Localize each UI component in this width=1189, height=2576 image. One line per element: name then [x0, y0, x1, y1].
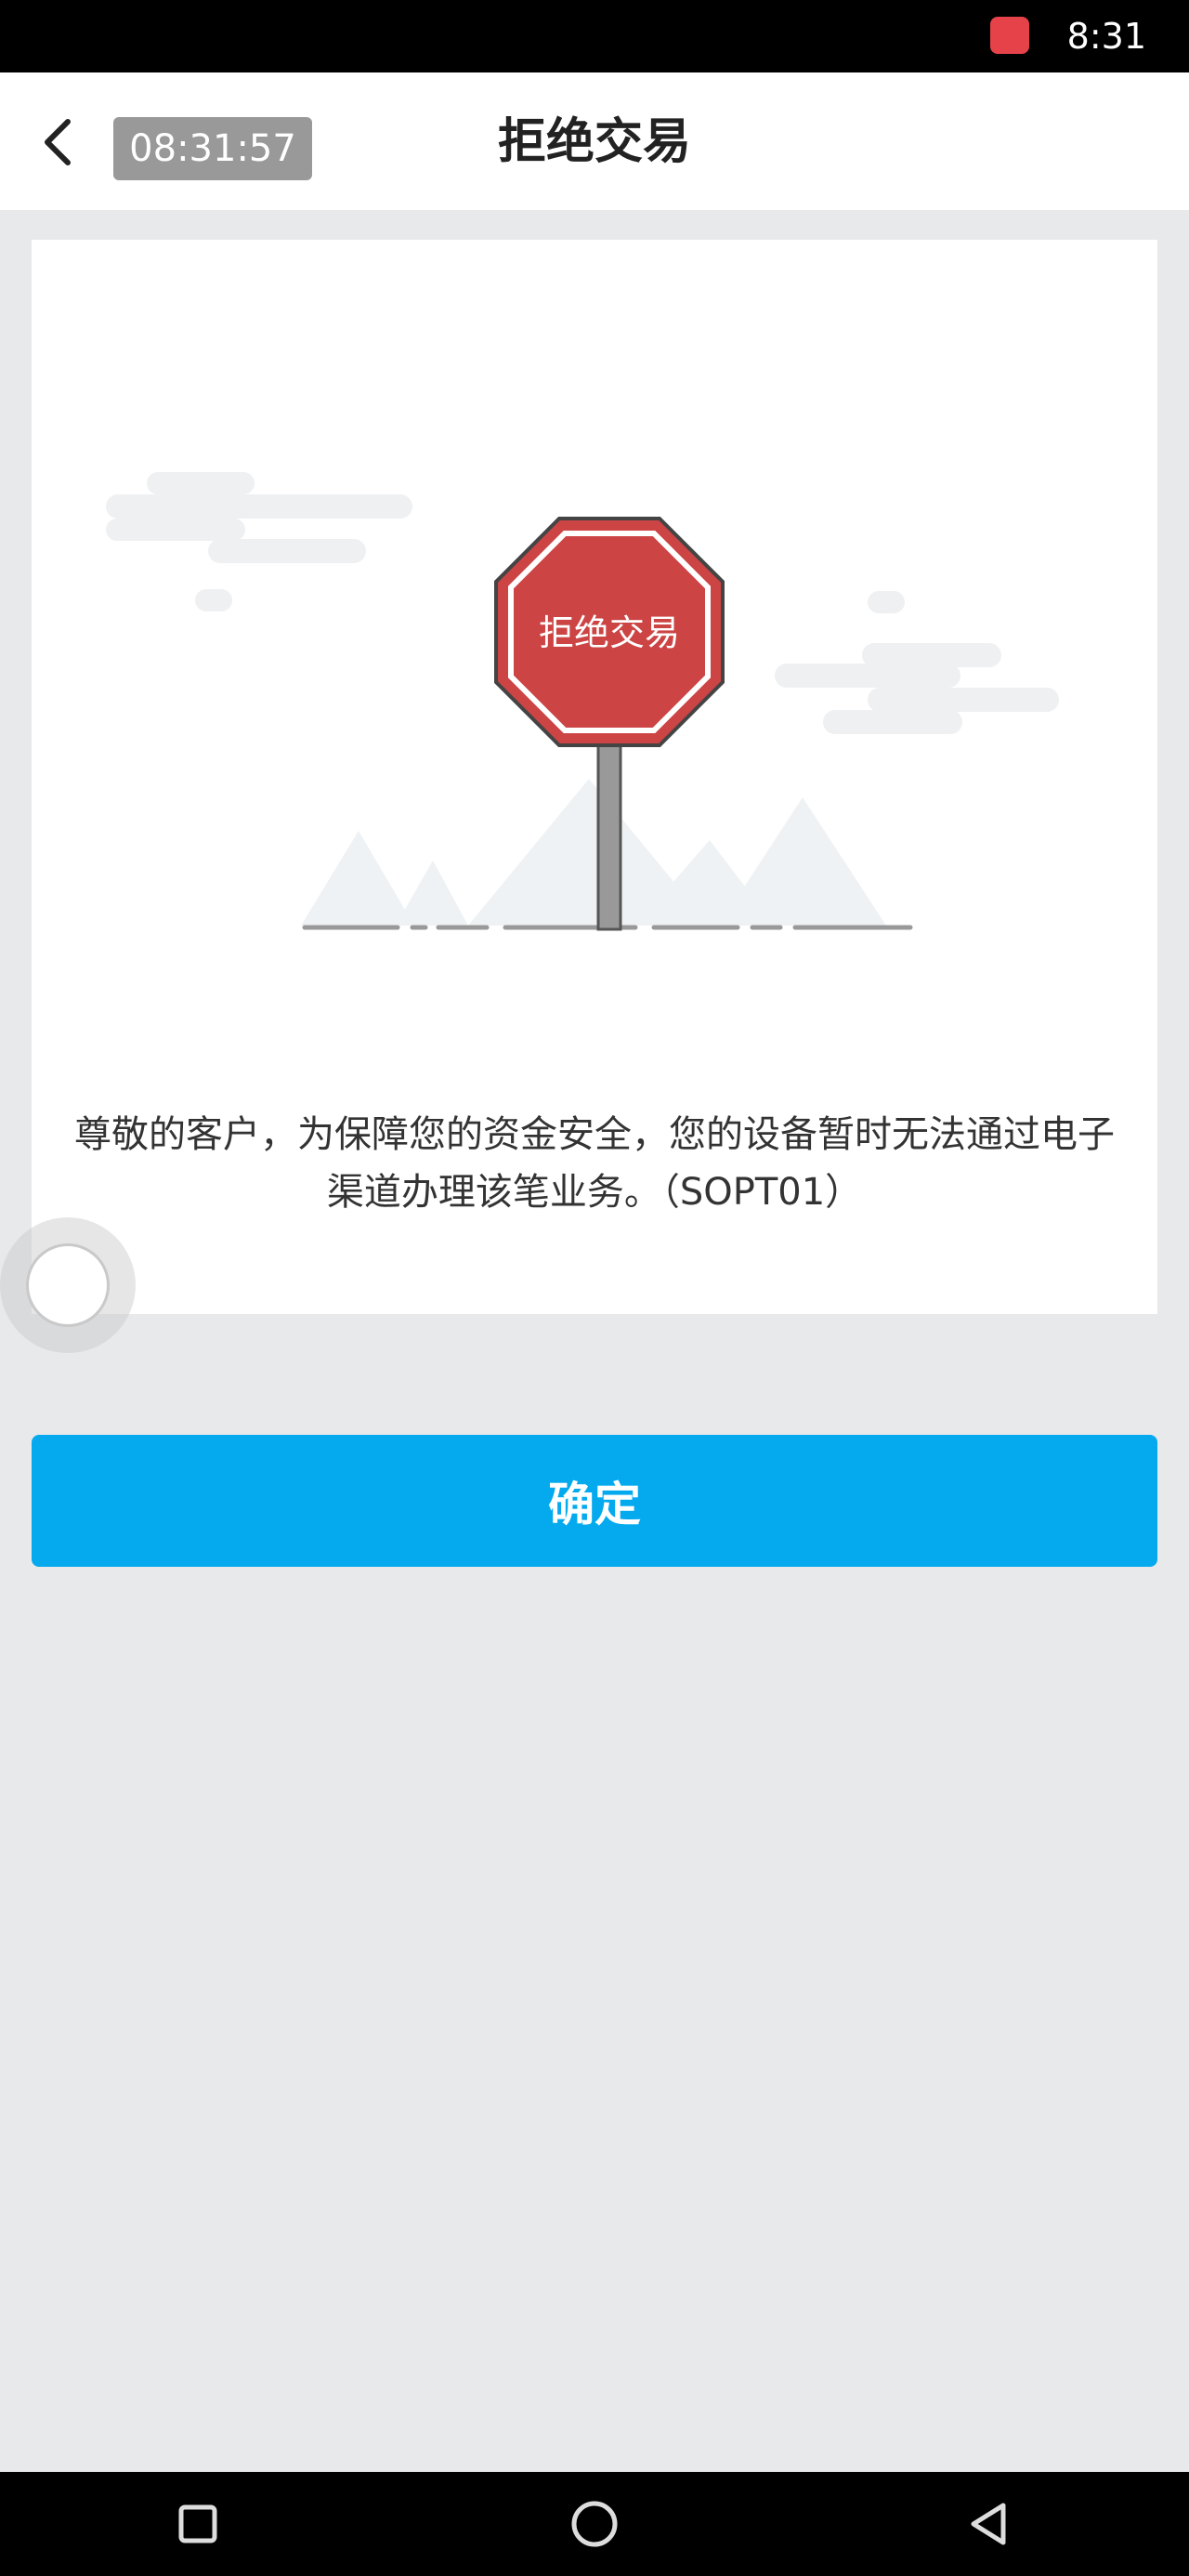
page-title: 拒绝交易	[497, 114, 691, 170]
cloud-left	[106, 472, 412, 611]
status-bar: 8:31	[0, 0, 1189, 72]
floating-assist-button[interactable]	[0, 1217, 136, 1353]
floating-assist-knob	[26, 1243, 110, 1327]
home-button[interactable]	[548, 2491, 641, 2557]
reject-message: 尊敬的客户，为保障您的资金安全，您的设备暂时无法通过电子渠道办理该笔业务。（SO…	[74, 1113, 1115, 1214]
reject-card: 拒绝交易 尊敬的客户，为保障您的资金安全，您的设备暂时无法通过电子渠道办理该笔业…	[32, 240, 1157, 1314]
header: 08:31:57 拒绝交易	[0, 72, 1189, 210]
mountains	[301, 779, 886, 926]
circle-icon	[571, 2501, 618, 2547]
confirm-button[interactable]: 确定	[32, 1435, 1157, 1567]
recent-apps-button[interactable]	[151, 2491, 244, 2557]
triangle-back-icon	[971, 2503, 1006, 2545]
square-icon	[178, 2504, 217, 2543]
stop-sign-illustration: 拒绝交易	[106, 472, 1059, 931]
cloud-right	[775, 591, 1059, 734]
huawei-store-icon	[990, 17, 1029, 54]
sign-text: 拒绝交易	[539, 612, 680, 653]
sign-post	[596, 736, 622, 931]
back-nav-button[interactable]	[942, 2491, 1035, 2557]
system-nav-bar	[0, 2472, 1189, 2576]
status-time: 8:31	[1066, 16, 1146, 57]
